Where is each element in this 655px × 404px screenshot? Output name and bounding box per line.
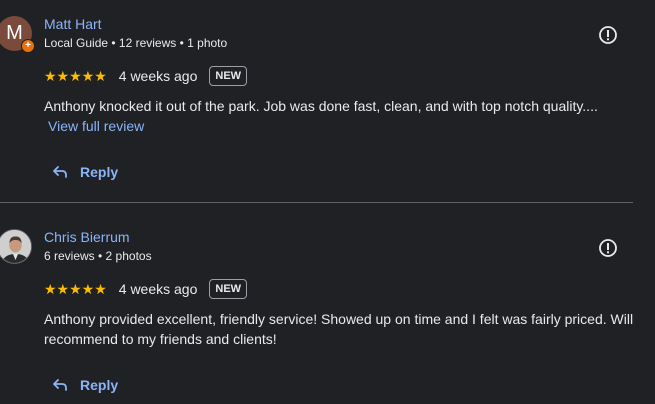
view-full-review-link[interactable]: View full review (48, 118, 144, 134)
review-body: Anthony knocked it out of the park. Job … (44, 98, 598, 114)
new-badge: NEW (209, 279, 248, 299)
rating-row: ★★★★★ 4 weeks ago NEW (44, 64, 248, 88)
reply-button[interactable]: Reply (52, 164, 118, 180)
reply-button[interactable]: Reply (52, 377, 118, 393)
reply-arrow-icon (53, 166, 67, 178)
reply-arrow-icon (53, 379, 67, 391)
reviewer-meta: Local Guide • 12 reviews • 1 photo (44, 36, 228, 50)
avatar[interactable] (0, 229, 32, 264)
review-divider (0, 202, 633, 203)
star-rating: ★★★★★ (44, 280, 107, 297)
reviewer-meta: 6 reviews • 2 photos (44, 249, 152, 263)
review-date: 4 weeks ago (118, 68, 198, 84)
review-text: Anthony knocked it out of the park. Job … (44, 96, 634, 136)
rating-row: ★★★★★ 4 weeks ago NEW (44, 277, 248, 301)
reviewer-name[interactable]: Chris Bierrum (44, 229, 130, 245)
local-guide-badge-icon: + (21, 39, 35, 53)
avatar-initial: M (6, 22, 23, 44)
star-rating: ★★★★★ (44, 67, 107, 84)
reviewer-name[interactable]: Matt Hart (44, 16, 102, 32)
reply-label: Reply (80, 377, 119, 393)
review-date: 4 weeks ago (118, 281, 198, 297)
new-badge: NEW (209, 66, 248, 86)
reply-label: Reply (80, 164, 119, 180)
report-flag-icon[interactable] (598, 238, 618, 258)
review-text: Anthony provided excellent, friendly ser… (44, 311, 634, 347)
avatar[interactable]: M + (0, 16, 35, 53)
report-flag-icon[interactable] (598, 25, 618, 45)
